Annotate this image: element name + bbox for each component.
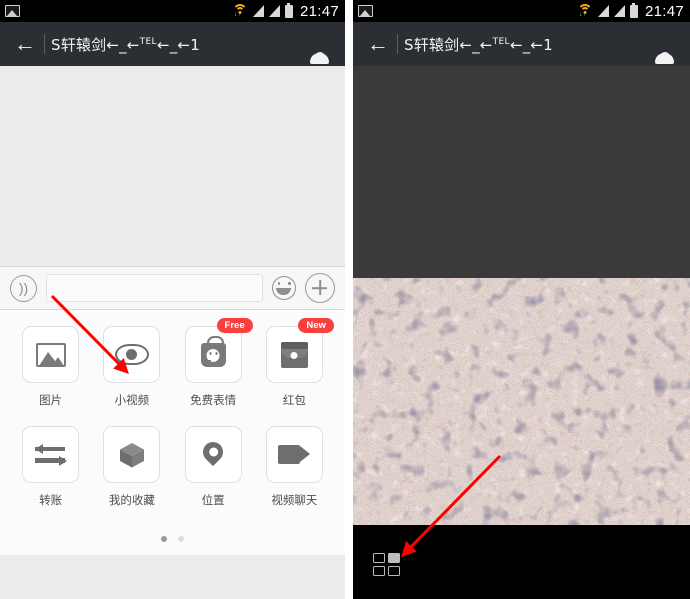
status-badge: Free: [216, 318, 253, 333]
camera-controls-bar: [353, 525, 690, 599]
wifi-icon: ↓↑: [232, 4, 248, 18]
attachment-item-transfer[interactable]: 转账: [20, 426, 82, 508]
camera-preview[interactable]: [353, 278, 690, 525]
attachment-label: 红包: [282, 393, 306, 407]
app-bar: ← S轩辕剑←_←TEL←_←1: [353, 22, 690, 66]
chat-message-list[interactable]: [0, 66, 345, 266]
short-video-tile[interactable]: [103, 326, 161, 383]
page-dot-inactive[interactable]: [178, 536, 184, 542]
location-pin-icon: [198, 437, 228, 467]
status-bar: ↓↑ 21:47: [0, 0, 345, 22]
back-arrow-icon[interactable]: ←: [8, 27, 42, 61]
favorites-tile[interactable]: [103, 426, 161, 483]
attachment-item-free-sticker[interactable]: Free 免费表情: [182, 318, 253, 408]
attachment-label: 图片: [39, 393, 63, 407]
appbar-divider: [44, 34, 45, 54]
right-phone-screen: ↓↑ 21:47 ← S轩辕剑←_←TEL←_←1: [353, 0, 690, 599]
grid-cell-top-right: [388, 553, 400, 563]
attachment-panel: 图片 小视频 Free 免费表情 New 红包 转账 我的收藏 位置 视频聊天: [0, 310, 345, 555]
signal-bars-icon: [597, 5, 609, 17]
favorites-box-icon: [119, 442, 144, 467]
back-arrow-icon[interactable]: ←: [361, 27, 395, 61]
attachment-item-photo[interactable]: 图片: [20, 326, 82, 408]
plus-icon[interactable]: [305, 273, 335, 303]
page-title: S轩辕剑←_←TEL←_←1: [51, 34, 200, 55]
left-phone-screen: ↓↑ 21:47 ← S轩辕剑←_←TEL←_←1 )) 图片 小视频 Free…: [0, 0, 345, 599]
page-dot-active[interactable]: [161, 536, 167, 542]
attachment-item-video-chat[interactable]: 视频聊天: [263, 426, 325, 508]
signal-bars-icon: [268, 5, 280, 17]
grid-2x2-icon[interactable]: [373, 553, 400, 577]
camera-dark-area: [353, 66, 690, 278]
video-chat-tile[interactable]: [265, 426, 323, 483]
gallery-icon: [5, 5, 20, 17]
page-title-tail: ←_←1: [156, 35, 200, 54]
free-sticker-tile[interactable]: Free: [184, 318, 253, 383]
attachment-label: 转账: [39, 493, 63, 507]
page-title: S轩辕剑←_←TEL←_←1: [404, 34, 553, 55]
granite-texture: [353, 278, 690, 525]
status-badge: New: [298, 318, 334, 333]
page-indicator: [0, 536, 345, 542]
app-bar: ← S轩辕剑←_←TEL←_←1: [0, 22, 345, 66]
attachment-row: 图片 小视频 Free 免费表情 New 红包: [0, 318, 345, 408]
eye-video-icon: [114, 344, 149, 365]
red-packet-icon: [280, 341, 308, 368]
status-time: 21:47: [644, 2, 684, 20]
battery-icon: [629, 2, 638, 18]
attachment-item-short-video[interactable]: 小视频: [101, 326, 163, 408]
grid-cell-bottom-left: [373, 566, 385, 576]
attachment-label: 免费表情: [190, 393, 237, 407]
screenshot-stage: ↓↑ 21:47 ← S轩辕剑←_←TEL←_←1 )) 图片 小视频 Free…: [0, 0, 690, 599]
transfer-tile[interactable]: [22, 426, 80, 483]
attachment-item-red-packet[interactable]: New 红包: [263, 318, 334, 408]
page-title-superscript: TEL: [492, 36, 510, 47]
grid-cell-top-left: [373, 553, 385, 563]
attachment-label: 我的收藏: [108, 493, 155, 507]
page-title-tail: ←_←1: [509, 35, 553, 54]
status-time: 21:47: [299, 2, 339, 20]
photo-icon: [35, 342, 66, 367]
page-title-main: S轩辕剑←_←: [51, 35, 140, 54]
smiley-face-icon[interactable]: [272, 276, 296, 300]
appbar-divider: [397, 34, 398, 54]
signal-bars-icon: [252, 5, 264, 17]
sticker-bag-icon: [200, 335, 226, 367]
page-title-superscript: TEL: [139, 36, 157, 47]
photo-tile[interactable]: [22, 326, 80, 383]
signal-bars-icon: [613, 5, 625, 17]
voice-record-icon[interactable]: )): [10, 274, 37, 302]
contact-profile-icon[interactable]: [307, 29, 337, 64]
attachment-item-location[interactable]: 位置: [182, 426, 244, 508]
attachment-row: 转账 我的收藏 位置 视频聊天: [0, 426, 345, 508]
contact-profile-icon[interactable]: [652, 29, 682, 64]
attachment-item-favorites[interactable]: 我的收藏: [101, 426, 163, 508]
gallery-icon: [358, 5, 373, 17]
grid-cell-bottom-right: [388, 566, 400, 576]
voice-record-glyph: )): [18, 280, 29, 296]
page-title-main: S轩辕剑←_←: [404, 35, 493, 54]
status-bar: ↓↑ 21:47: [353, 0, 690, 22]
video-camera-icon: [278, 445, 311, 464]
attachment-label: 视频聊天: [271, 493, 318, 507]
location-tile[interactable]: [184, 426, 242, 483]
attachment-label: 位置: [201, 493, 225, 507]
chat-input-bar: )): [0, 266, 345, 310]
red-packet-tile[interactable]: New: [265, 318, 334, 383]
message-input[interactable]: [46, 274, 263, 302]
transfer-icon: [34, 443, 67, 466]
wifi-icon: ↓↑: [577, 4, 593, 18]
attachment-label: 小视频: [114, 393, 150, 407]
battery-icon: [284, 2, 293, 18]
